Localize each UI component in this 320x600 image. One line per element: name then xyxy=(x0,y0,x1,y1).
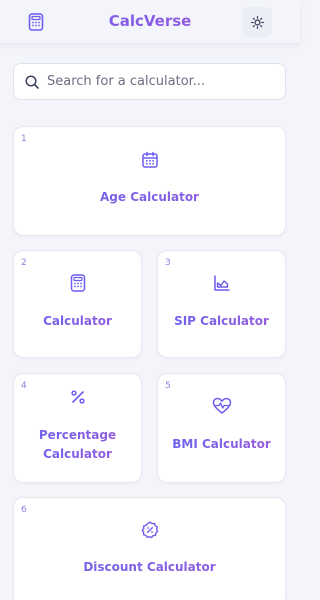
card-label: Percentage Calculator xyxy=(20,426,135,464)
heart-pulse-icon xyxy=(212,396,232,416)
card-label: Discount Calculator xyxy=(20,558,279,577)
search-input[interactable] xyxy=(47,64,277,99)
card-number: 4 xyxy=(21,381,27,391)
percent-icon xyxy=(68,387,88,407)
card-number: 3 xyxy=(165,258,171,268)
badge-percent-icon xyxy=(140,520,160,540)
card-label: Calculator xyxy=(20,312,135,331)
calendar-icon xyxy=(140,150,160,170)
calculator-card-basic[interactable]: 2 Calculator xyxy=(13,250,142,358)
card-label: BMI Calculator xyxy=(164,435,279,454)
calculator-card-age[interactable]: 1 Age Calculator xyxy=(13,126,286,236)
calculator-icon xyxy=(68,273,88,293)
theme-toggle-button[interactable] xyxy=(242,7,272,37)
search-box[interactable] xyxy=(13,63,286,100)
app-header: CalcVerse xyxy=(0,0,300,44)
card-number: 2 xyxy=(21,258,27,268)
card-label: SIP Calculator xyxy=(164,312,279,331)
calculator-card-bmi[interactable]: 5 BMI Calculator xyxy=(157,373,286,483)
card-number: 6 xyxy=(21,505,27,515)
area-chart-icon xyxy=(212,273,232,293)
search-icon xyxy=(25,75,39,89)
card-number: 1 xyxy=(21,134,27,144)
calculator-card-percentage[interactable]: 4 Percentage Calculator xyxy=(13,373,142,483)
card-label: Age Calculator xyxy=(20,188,279,207)
card-number: 5 xyxy=(165,381,171,391)
calculator-card-discount[interactable]: 6 Discount Calculator xyxy=(13,497,286,600)
calculator-card-sip[interactable]: 3 SIP Calculator xyxy=(157,250,286,358)
sun-icon xyxy=(250,15,264,29)
